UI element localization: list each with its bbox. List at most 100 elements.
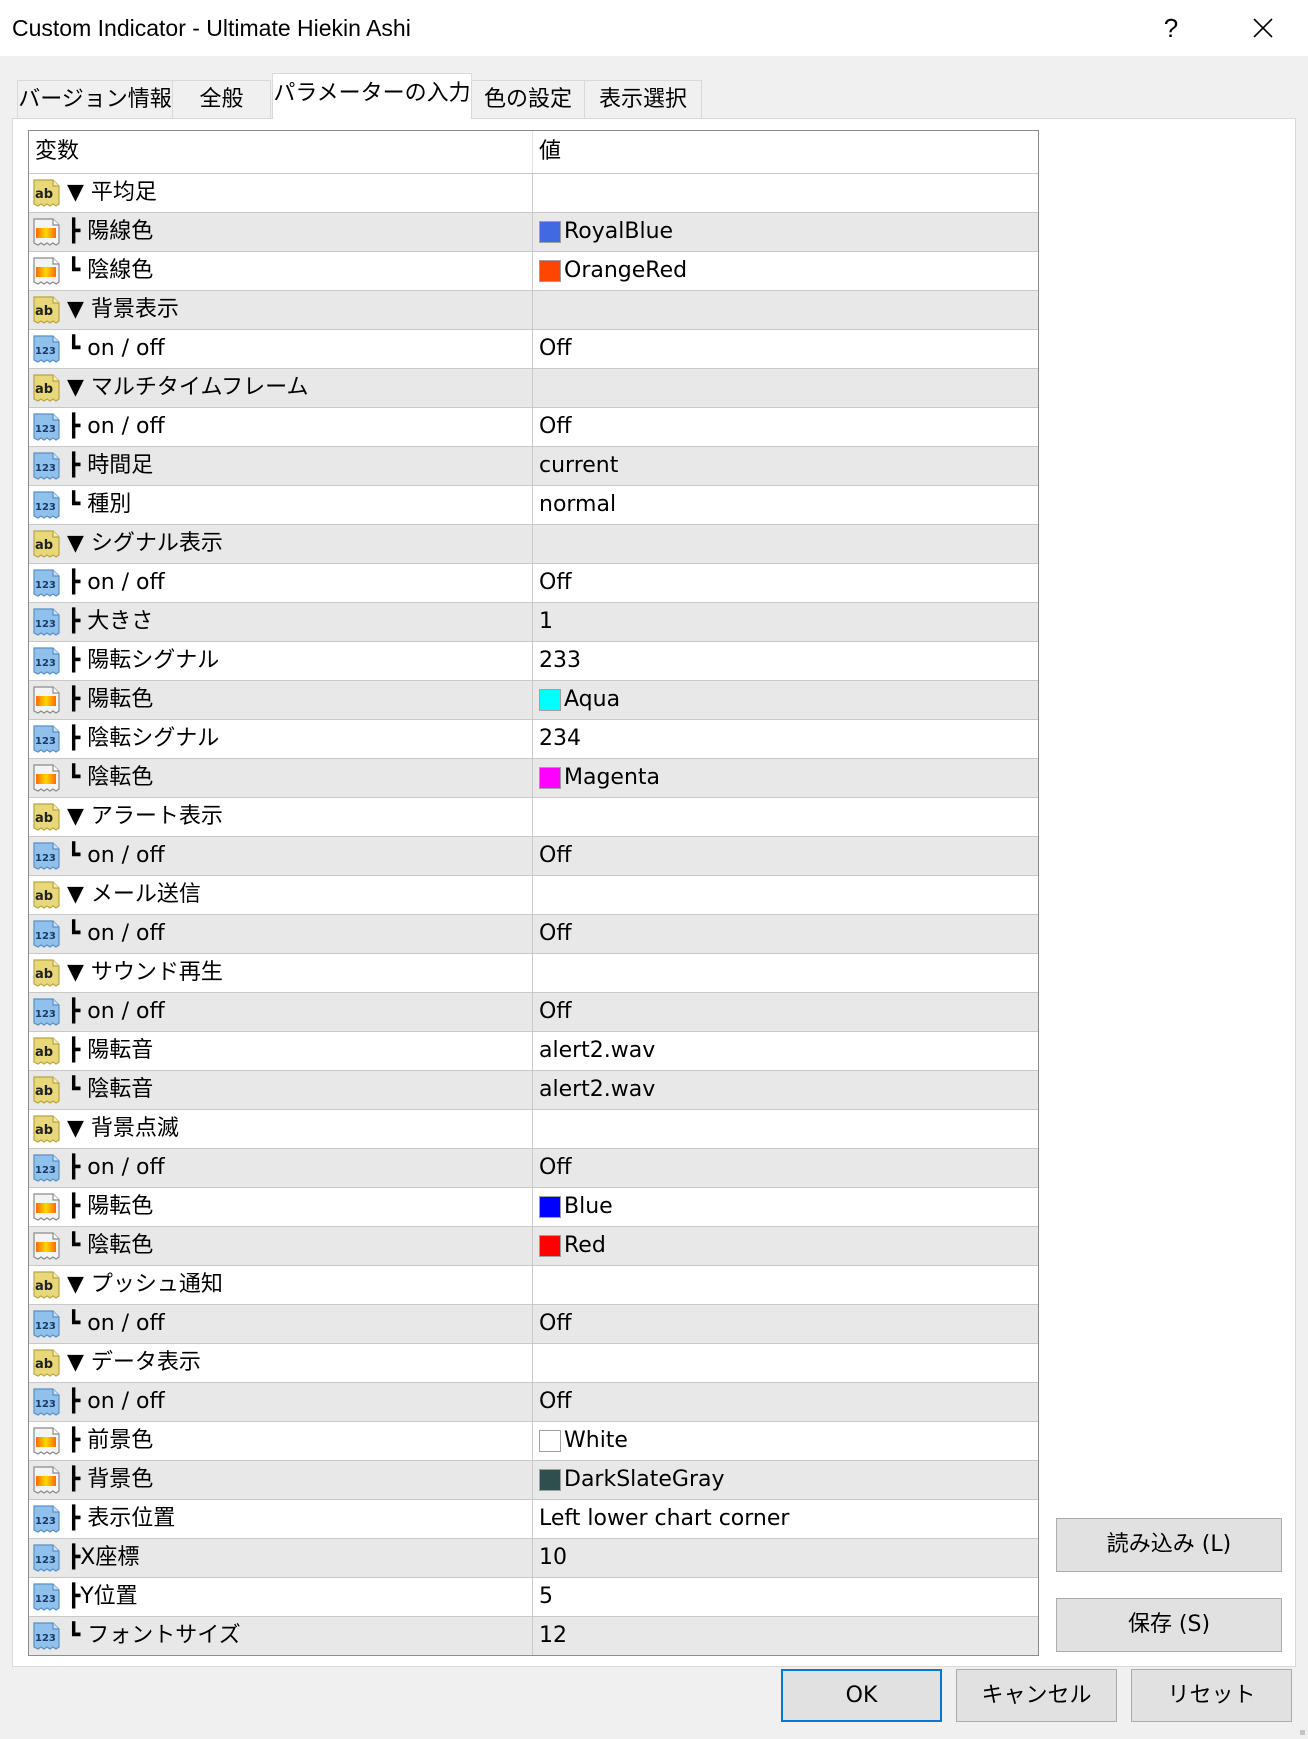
column-divider — [532, 1616, 533, 1655]
parameter-value[interactable]: 233 — [539, 642, 581, 680]
grid-row[interactable]: 123 ┗ on / off Off — [29, 836, 1038, 875]
parameter-value[interactable]: alert2.wav — [539, 1032, 655, 1070]
grid-row[interactable]: 123 ┣ on / off Off — [29, 563, 1038, 602]
parameter-value[interactable]: RoyalBlue — [539, 213, 673, 251]
grid-row[interactable]: 123 ┣ 陽転シグナル 233 — [29, 641, 1038, 680]
parameter-value[interactable]: Off — [539, 1383, 571, 1421]
tab-version-info[interactable]: バージョン情報 — [17, 80, 173, 118]
grid-row[interactable]: ab ▼ プッシュ通知 — [29, 1265, 1038, 1304]
grid-row[interactable]: 123 ┣ 時間足 current — [29, 446, 1038, 485]
parameter-value-text: Off — [539, 570, 572, 595]
parameter-value[interactable]: Off — [539, 564, 571, 602]
parameter-value[interactable]: Off — [539, 915, 571, 953]
parameter-name: ┣ 陽転色 — [67, 687, 154, 712]
column-divider — [532, 1343, 533, 1382]
grid-row[interactable]: ab ▼ 背景表示 — [29, 290, 1038, 329]
grid-row[interactable]: 123 ┗ on / off Off — [29, 329, 1038, 368]
reset-button[interactable]: リセット — [1131, 1669, 1292, 1722]
grid-row[interactable]: ┗ 陰線色 OrangeRed — [29, 251, 1038, 290]
parameter-value-text: alert2.wav — [539, 1077, 656, 1102]
column-divider[interactable] — [532, 131, 533, 173]
grid-row[interactable]: ┣ 前景色 White — [29, 1421, 1038, 1460]
parameter-value[interactable]: White — [539, 1422, 628, 1460]
help-button[interactable]: ? — [1150, 8, 1192, 48]
parameter-value[interactable]: normal — [539, 486, 616, 524]
parameter-value[interactable]: OrangeRed — [539, 252, 687, 290]
color-param-icon — [31, 1191, 63, 1223]
grid-row[interactable]: ab ▼ シグナル表示 — [29, 524, 1038, 563]
grid-row[interactable]: ab ▼ データ表示 — [29, 1343, 1038, 1382]
grid-row[interactable]: ab ▼ サウンド再生 — [29, 953, 1038, 992]
color-swatch — [539, 1430, 561, 1452]
parameter-value-text: current — [539, 453, 619, 478]
cancel-button[interactable]: キャンセル — [956, 1669, 1117, 1722]
grid-row[interactable]: ┗ 陰転色 Red — [29, 1226, 1038, 1265]
grid-row[interactable]: 123 ┣ 大きさ 1 — [29, 602, 1038, 641]
column-header-variable[interactable]: 変数 — [35, 131, 79, 173]
parameter-value[interactable]: Off — [539, 330, 571, 368]
parameter-value[interactable]: DarkSlateGray — [539, 1461, 725, 1499]
parameter-value[interactable]: 1 — [539, 603, 553, 641]
number-param-icon: 123 — [31, 1620, 63, 1652]
grid-row[interactable]: 123 ┣ on / off Off — [29, 1148, 1038, 1187]
column-header-value[interactable]: 値 — [539, 131, 561, 173]
ok-button[interactable]: OK — [781, 1669, 942, 1722]
grid-row[interactable]: 123 ┗ on / off Off — [29, 1304, 1038, 1343]
grid-row[interactable]: ┣ 陽転色 Blue — [29, 1187, 1038, 1226]
grid-row[interactable]: 123 ┣Y位置 5 — [29, 1577, 1038, 1616]
parameter-value-text: Off — [539, 843, 572, 868]
tab-general[interactable]: 全般 — [172, 80, 271, 118]
grid-row[interactable]: 123 ┣ 陰転シグナル 234 — [29, 719, 1038, 758]
parameter-value[interactable]: Red — [539, 1227, 606, 1265]
close-button[interactable] — [1238, 8, 1288, 48]
grid-row[interactable]: ┣ 陽線色 RoyalBlue — [29, 212, 1038, 251]
parameter-value[interactable]: Left lower chart corner — [539, 1500, 789, 1538]
parameter-value[interactable]: 12 — [539, 1617, 567, 1655]
grid-row[interactable]: 123 ┣ on / off Off — [29, 1382, 1038, 1421]
parameter-value[interactable]: 10 — [539, 1539, 567, 1577]
parameter-value[interactable]: Off — [539, 1149, 571, 1187]
parameter-value[interactable]: Magenta — [539, 759, 660, 797]
grid-row[interactable]: ┗ 陰転色 Magenta — [29, 758, 1038, 797]
parameter-value[interactable]: Off — [539, 1305, 571, 1343]
grid-row[interactable]: ┣ 背景色 DarkSlateGray — [29, 1460, 1038, 1499]
parameter-value[interactable]: 234 — [539, 720, 581, 758]
parameter-value[interactable]: current — [539, 447, 618, 485]
grid-rows: ab ▼ 平均足 ┣ 陽線色 RoyalBlue ┗ 陰線色 OrangeRed ab ▼ 背… — [29, 173, 1038, 1655]
grid-row[interactable]: 123 ┣ on / off Off — [29, 407, 1038, 446]
grid-row[interactable]: ab ┣ 陽転音 alert2.wav — [29, 1031, 1038, 1070]
parameter-name: ▼ 背景点滅 — [67, 1116, 179, 1141]
grid-row[interactable]: 123 ┗ 種別 normal — [29, 485, 1038, 524]
svg-text:123: 123 — [35, 1009, 56, 1020]
grid-row[interactable]: ab ▼ 背景点滅 — [29, 1109, 1038, 1148]
grid-row[interactable]: 123 ┗ フォントサイズ 12 — [29, 1616, 1038, 1655]
grid-row[interactable]: 123 ┗ on / off Off — [29, 914, 1038, 953]
parameter-value[interactable]: alert2.wav — [539, 1071, 655, 1109]
parameter-value[interactable]: Aqua — [539, 681, 620, 719]
save-button[interactable]: 保存 (S) — [1056, 1598, 1282, 1652]
grid-row[interactable]: 123 ┣X座標 10 — [29, 1538, 1038, 1577]
string-param-icon: ab — [31, 528, 63, 560]
load-button[interactable]: 読み込み (L) — [1056, 1518, 1282, 1572]
parameter-value[interactable]: Blue — [539, 1188, 613, 1226]
tab-color-settings[interactable]: 色の設定 — [471, 80, 585, 118]
tab-display-selection[interactable]: 表示選択 — [584, 80, 702, 118]
grid-row[interactable]: ab ▼ 平均足 — [29, 173, 1038, 212]
grid-row[interactable]: ab ▼ アラート表示 — [29, 797, 1038, 836]
column-divider — [532, 407, 533, 446]
parameter-value[interactable]: Off — [539, 837, 571, 875]
parameter-value[interactable]: Off — [539, 993, 571, 1031]
resize-grip[interactable] — [1300, 1730, 1305, 1735]
parameter-value[interactable]: 5 — [539, 1578, 553, 1616]
tab-parameters[interactable]: パラメーターの入力 — [272, 73, 472, 119]
grid-row[interactable]: 123 ┣ 表示位置 Left lower chart corner — [29, 1499, 1038, 1538]
grid-row[interactable]: ab ┗ 陰転音 alert2.wav — [29, 1070, 1038, 1109]
column-divider — [532, 1109, 533, 1148]
svg-text:123: 123 — [35, 931, 56, 942]
grid-row[interactable]: ab ▼ マルチタイムフレーム — [29, 368, 1038, 407]
color-swatch — [539, 1235, 561, 1257]
grid-row[interactable]: ab ▼ メール送信 — [29, 875, 1038, 914]
grid-row[interactable]: 123 ┣ on / off Off — [29, 992, 1038, 1031]
grid-row[interactable]: ┣ 陽転色 Aqua — [29, 680, 1038, 719]
parameter-value[interactable]: Off — [539, 408, 571, 446]
